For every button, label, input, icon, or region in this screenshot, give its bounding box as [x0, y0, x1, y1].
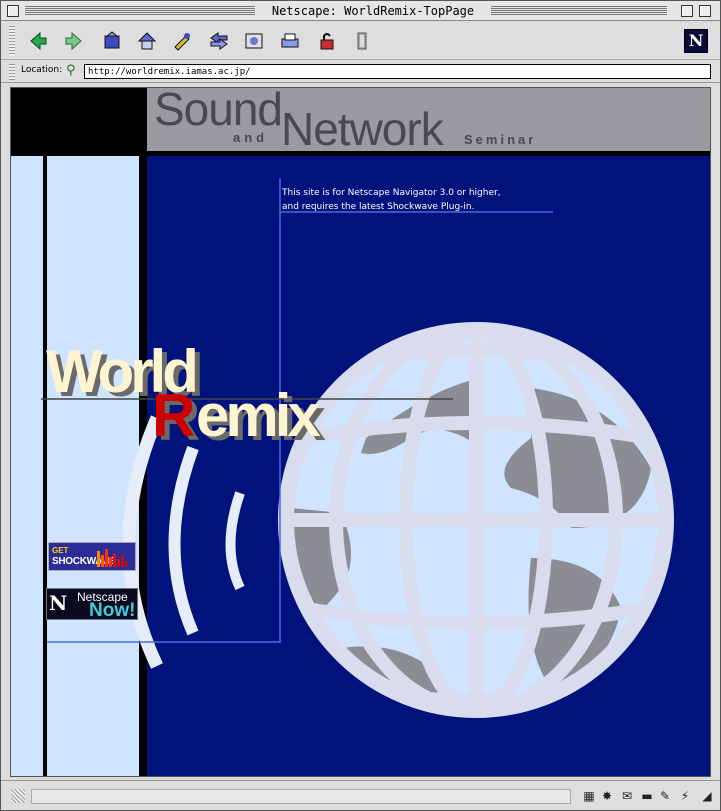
- netscape-now-button[interactable]: N Netscape Now!: [46, 588, 138, 620]
- requirements-note: This site is for Netscape Navigator 3.0 …: [282, 186, 501, 214]
- close-box[interactable]: [7, 5, 19, 17]
- requirements-line-2: and requires the latest Shockwave Plug-i…: [282, 202, 475, 212]
- status-text: [31, 789, 571, 804]
- netscape-now-now: Now!: [89, 600, 136, 620]
- netscape-n-icon: N: [49, 591, 68, 615]
- equalizer-icon: [97, 549, 128, 567]
- title-stripes-right: [491, 5, 667, 16]
- requirements-line-1: This site is for Netscape Navigator 3.0 …: [282, 188, 501, 198]
- netscape-logo-icon[interactable]: N: [684, 29, 708, 53]
- component-grid-icon[interactable]: ▦: [581, 789, 597, 803]
- stop-icon[interactable]: [349, 28, 375, 54]
- composer-icon[interactable]: ✎: [657, 789, 673, 803]
- security-icon[interactable]: [314, 28, 340, 54]
- sound-wave-icon: [122, 415, 245, 669]
- toolbar-grip[interactable]: [9, 26, 15, 56]
- location-bar: Location: ⚲: [1, 61, 720, 83]
- resize-grip-icon[interactable]: ◢: [699, 789, 715, 803]
- security-status-icon[interactable]: [11, 789, 25, 803]
- forward-icon[interactable]: [61, 28, 87, 54]
- title-stripes-left: [25, 5, 255, 16]
- url-field[interactable]: [84, 64, 711, 79]
- print-icon[interactable]: [277, 28, 303, 54]
- images-icon[interactable]: [241, 28, 267, 54]
- news-icon[interactable]: ▬: [639, 789, 655, 803]
- page-content: Sound and Network Seminar This site is f…: [10, 87, 711, 777]
- shockwave-get-label: GET: [52, 546, 69, 555]
- zoom-box[interactable]: [681, 5, 693, 17]
- collapse-box[interactable]: [699, 5, 711, 17]
- offline-icon[interactable]: ⚡: [677, 789, 693, 803]
- globe-icon: [278, 322, 674, 718]
- search-icon[interactable]: [169, 28, 195, 54]
- back-icon[interactable]: [25, 28, 51, 54]
- get-shockwave-button[interactable]: GET SHOCKWAVE: [48, 542, 136, 571]
- title-bar[interactable]: Netscape: WorldRemix-TopPage: [1, 1, 720, 21]
- browser-window: Netscape: WorldRemix-TopPage N Location:…: [0, 0, 721, 811]
- reload-icon[interactable]: [99, 28, 125, 54]
- home-icon[interactable]: [134, 28, 160, 54]
- window-title: Netscape: WorldRemix-TopPage: [255, 4, 491, 18]
- location-grip[interactable]: [9, 64, 15, 80]
- navigation-toolbar: N: [1, 22, 720, 60]
- bookmark-icon[interactable]: ⚲: [66, 63, 76, 78]
- guide-icon[interactable]: [206, 28, 232, 54]
- location-label: Location:: [21, 65, 63, 75]
- mail-icon[interactable]: ✉: [619, 789, 635, 803]
- vertical-scrollbar[interactable]: [712, 87, 720, 777]
- navigator-icon[interactable]: ✸: [599, 789, 615, 803]
- status-bar: ▦ ✸ ✉ ▬ ✎ ⚡ ◢: [1, 780, 720, 810]
